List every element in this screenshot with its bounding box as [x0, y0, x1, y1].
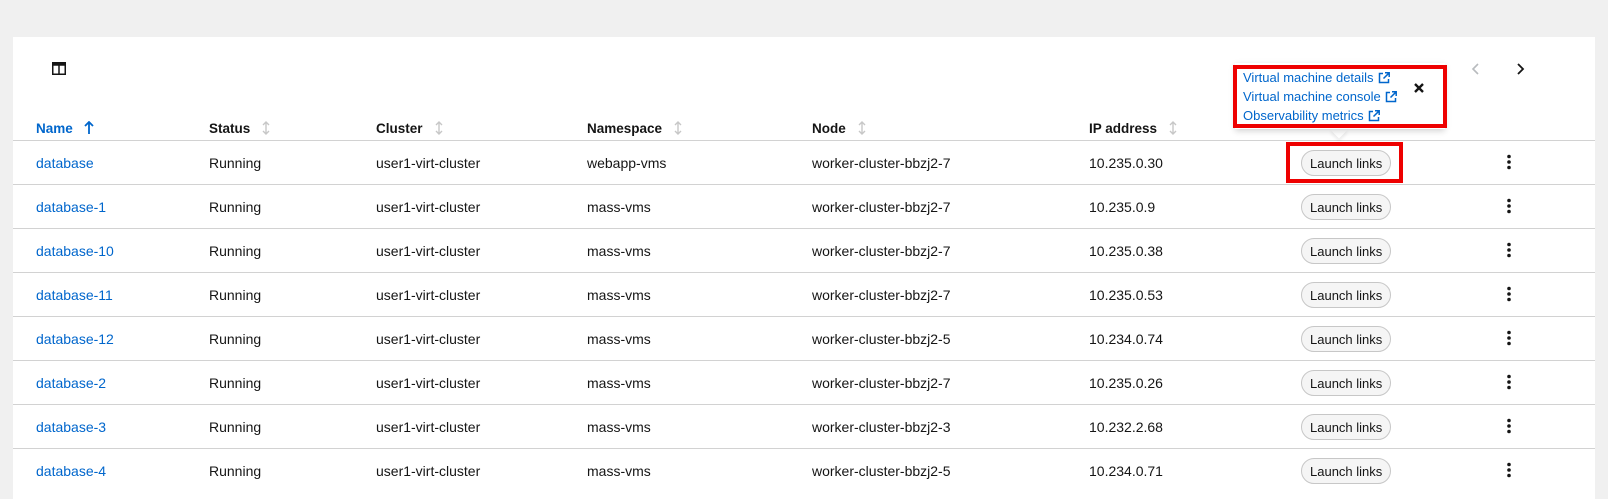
table-row: database-11 Running user1-virt-cluster m…	[13, 272, 1595, 316]
ip-address-cell: 10.235.0.26	[1089, 374, 1163, 391]
header-namespace-label: Namespace	[587, 120, 663, 136]
kebab-menu-icon[interactable]	[1506, 154, 1512, 170]
chevron-left-icon[interactable]	[1466, 59, 1486, 79]
cluster-cell: user1-virt-cluster	[376, 242, 481, 259]
ip-address-cell: 10.235.0.30	[1089, 154, 1163, 171]
header-name[interactable]: Name	[36, 115, 95, 141]
kebab-menu-icon[interactable]	[1506, 374, 1512, 390]
vm-name-link[interactable]: database-3	[36, 405, 106, 448]
node-cell: worker-cluster-bbzj2-7	[812, 198, 951, 215]
namespace-cell: mass-vms	[587, 242, 651, 259]
node-cell: worker-cluster-bbzj2-7	[812, 154, 951, 171]
node-cell: worker-cluster-bbzj2-7	[812, 242, 951, 259]
popover-highlight-box	[1233, 65, 1447, 128]
kebab-menu-icon[interactable]	[1506, 330, 1512, 346]
ip-address-cell: 10.232.2.68	[1089, 418, 1163, 435]
table-row: database-10 Running user1-virt-cluster m…	[13, 228, 1595, 272]
status-cell: Running	[209, 418, 262, 435]
vm-name-link[interactable]: database-12	[36, 317, 114, 360]
namespace-cell: mass-vms	[587, 462, 651, 479]
cluster-cell: user1-virt-cluster	[376, 198, 481, 215]
status-cell: Running	[209, 242, 262, 259]
table-row: database-2 Running user1-virt-cluster ma…	[13, 360, 1595, 404]
header-node[interactable]: Node	[812, 115, 868, 141]
kebab-menu-icon[interactable]	[1506, 198, 1512, 214]
namespace-cell: mass-vms	[587, 374, 651, 391]
vm-name-link[interactable]: database	[36, 141, 94, 184]
header-namespace[interactable]: Namespace	[587, 115, 684, 141]
table-row: database-4 Running user1-virt-cluster ma…	[13, 448, 1595, 492]
status-cell: Running	[209, 374, 262, 391]
node-cell: worker-cluster-bbzj2-7	[812, 286, 951, 303]
node-cell: worker-cluster-bbzj2-3	[812, 418, 951, 435]
header-node-label: Node	[812, 120, 846, 136]
status-cell: Running	[209, 198, 262, 215]
node-cell: worker-cluster-bbzj2-5	[812, 462, 951, 479]
sort-icon	[1169, 121, 1177, 135]
sort-icon	[262, 121, 270, 135]
launch-links-button[interactable]: Launch links	[1301, 238, 1392, 264]
cluster-cell: user1-virt-cluster	[376, 330, 481, 347]
status-cell: Running	[209, 462, 262, 479]
vm-name-link[interactable]: database-4	[36, 449, 106, 492]
status-cell: Running	[209, 286, 262, 303]
cluster-cell: user1-virt-cluster	[376, 286, 481, 303]
table-row: database-12 Running user1-virt-cluster m…	[13, 316, 1595, 360]
namespace-cell: mass-vms	[587, 198, 651, 215]
sort-icon	[435, 121, 443, 135]
ip-address-cell: 10.234.0.71	[1089, 462, 1163, 479]
ip-address-cell: 10.234.0.74	[1089, 330, 1163, 347]
namespace-cell: webapp-vms	[587, 154, 667, 171]
header-status-label: Status	[209, 120, 251, 136]
header-cluster[interactable]: Cluster	[376, 115, 445, 141]
cluster-cell: user1-virt-cluster	[376, 154, 481, 171]
ip-address-cell: 10.235.0.9	[1089, 198, 1156, 215]
cluster-cell: user1-virt-cluster	[376, 418, 481, 435]
table-row: database-1 Running user1-virt-cluster ma…	[13, 184, 1595, 228]
table-row: database-3 Running user1-virt-cluster ma…	[13, 404, 1595, 448]
launch-links-button[interactable]: Launch links	[1301, 326, 1392, 352]
columns-manage-icon[interactable]	[52, 62, 66, 75]
kebab-menu-icon[interactable]	[1506, 242, 1512, 258]
status-cell: Running	[209, 154, 262, 171]
cluster-cell: user1-virt-cluster	[376, 462, 481, 479]
launch-links-button[interactable]: Launch links	[1301, 458, 1392, 484]
vm-name-link[interactable]: database-10	[36, 229, 114, 272]
header-ip-address-label: IP address	[1089, 120, 1158, 136]
vm-name-link[interactable]: database-11	[36, 273, 113, 316]
header-status[interactable]: Status	[209, 115, 272, 141]
chevron-right-icon[interactable]	[1510, 59, 1530, 79]
vm-table-card: Name Status Cluster Namespace Node IP ad…	[13, 37, 1595, 499]
sort-icon	[858, 121, 866, 135]
kebab-menu-icon[interactable]	[1506, 418, 1512, 434]
status-cell: Running	[209, 330, 262, 347]
launch-links-button[interactable]: Launch links	[1301, 414, 1392, 440]
vm-name-link[interactable]: database-1	[36, 185, 106, 228]
namespace-cell: mass-vms	[587, 418, 651, 435]
namespace-cell: mass-vms	[587, 330, 651, 347]
vm-name-link[interactable]: database-2	[36, 361, 106, 404]
kebab-menu-icon[interactable]	[1506, 286, 1512, 302]
ip-address-cell: 10.235.0.53	[1089, 286, 1163, 303]
launch-button-highlight-box	[1286, 142, 1403, 183]
sort-icon	[674, 121, 682, 135]
header-name-label: Name	[36, 120, 73, 136]
header-ip-address[interactable]: IP address	[1089, 115, 1179, 141]
kebab-menu-icon[interactable]	[1506, 462, 1512, 478]
namespace-cell: mass-vms	[587, 286, 651, 303]
cluster-cell: user1-virt-cluster	[376, 374, 481, 391]
launch-links-button[interactable]: Launch links	[1301, 194, 1392, 220]
launch-links-button[interactable]: Launch links	[1301, 370, 1392, 396]
sort-ascending-icon	[84, 121, 94, 134]
header-cluster-label: Cluster	[376, 120, 423, 136]
node-cell: worker-cluster-bbzj2-5	[812, 330, 951, 347]
ip-address-cell: 10.235.0.38	[1089, 242, 1163, 259]
launch-links-button[interactable]: Launch links	[1301, 282, 1392, 308]
node-cell: worker-cluster-bbzj2-7	[812, 374, 951, 391]
